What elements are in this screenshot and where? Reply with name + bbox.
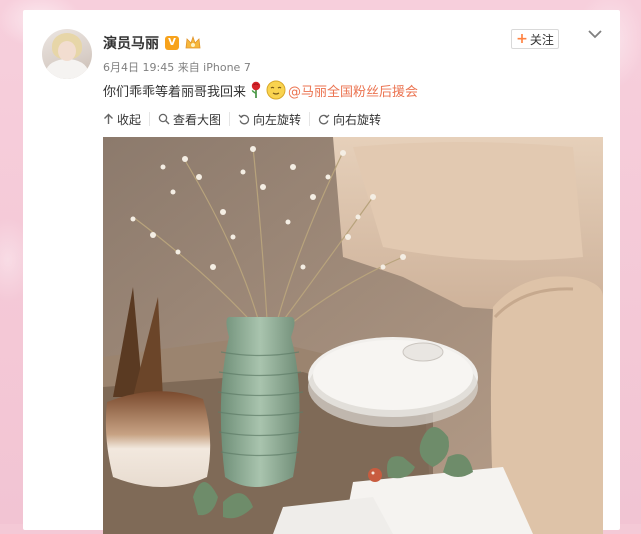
mention-link[interactable]: @马丽全国粉丝后援会 (288, 81, 418, 100)
smile-icon (266, 80, 286, 100)
post-meta: 6月4日 19:45 来自 iPhone 7 (103, 61, 251, 74)
photo-scene (103, 137, 603, 534)
weibo-post-card: 演员马丽 V 6月4日 19:45 来自 iPhone 7 + 关注 你们乖乖等… (23, 10, 620, 534)
rotate-left-button[interactable]: 向左旋转 (238, 112, 311, 127)
collapse-button[interactable]: 收起 (103, 112, 151, 127)
verified-badge: V (165, 36, 179, 50)
crown-icon (185, 35, 201, 49)
plus-icon: + (516, 31, 528, 47)
chevron-down-icon[interactable] (587, 28, 603, 40)
rotate-left-label: 向左旋转 (253, 112, 302, 127)
rotate-right-button[interactable]: 向右旋转 (318, 112, 389, 127)
avatar[interactable] (42, 29, 92, 79)
view-large-label: 查看大图 (173, 112, 222, 127)
post-photo[interactable] (103, 137, 603, 534)
rotate-left-icon (238, 114, 250, 125)
image-toolbar: 收起 查看大图 向左旋转 向右旋转 (103, 112, 397, 127)
search-icon (158, 113, 170, 125)
rose-icon (251, 81, 261, 98)
follow-label: 关注 (529, 32, 554, 47)
collapse-label: 收起 (117, 112, 142, 127)
follow-button[interactable]: + 关注 (511, 29, 559, 49)
author-name[interactable]: 演员马丽 (103, 33, 159, 53)
view-large-button[interactable]: 查看大图 (158, 112, 231, 127)
post-text-row: 你们乖乖等着丽哥我回来 @马丽全国粉丝后援会 (103, 80, 418, 100)
collapse-arrow-icon (104, 113, 113, 124)
rotate-right-icon (318, 114, 330, 125)
post-text: 你们乖乖等着丽哥我回来 (103, 84, 247, 100)
rotate-right-label: 向右旋转 (333, 112, 382, 127)
